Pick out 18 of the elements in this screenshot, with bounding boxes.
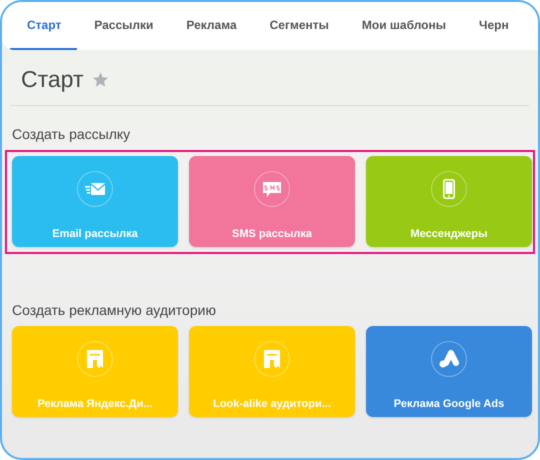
action-card[interactable]: Реклама Google Ads (366, 326, 532, 417)
billboard-icon (264, 350, 280, 368)
envelope-icon (85, 182, 105, 196)
star-icon[interactable] (92, 71, 108, 88)
section-title: Создать рекламную аудиторию (12, 302, 217, 318)
billboard-icon (87, 350, 103, 368)
google-ads-logo-icon (439, 350, 459, 368)
page-title: Старт (21, 66, 84, 93)
action-card[interactable]: SMS рассылка (189, 156, 355, 247)
nav-tab[interactable]: Мои шаблоны (344, 2, 462, 50)
nav-tab[interactable]: Рассылки (77, 2, 170, 50)
nav-tab[interactable]: Сегменты (252, 2, 345, 50)
nav-tab[interactable]: Реклама (169, 2, 253, 50)
smartphone-icon (443, 179, 455, 199)
section-title: Создать рассылку (12, 126, 132, 142)
nav-tab[interactable]: Старт (10, 2, 78, 50)
nav-tab[interactable]: Черн (462, 2, 525, 50)
sms-bubble-icon (262, 180, 282, 198)
